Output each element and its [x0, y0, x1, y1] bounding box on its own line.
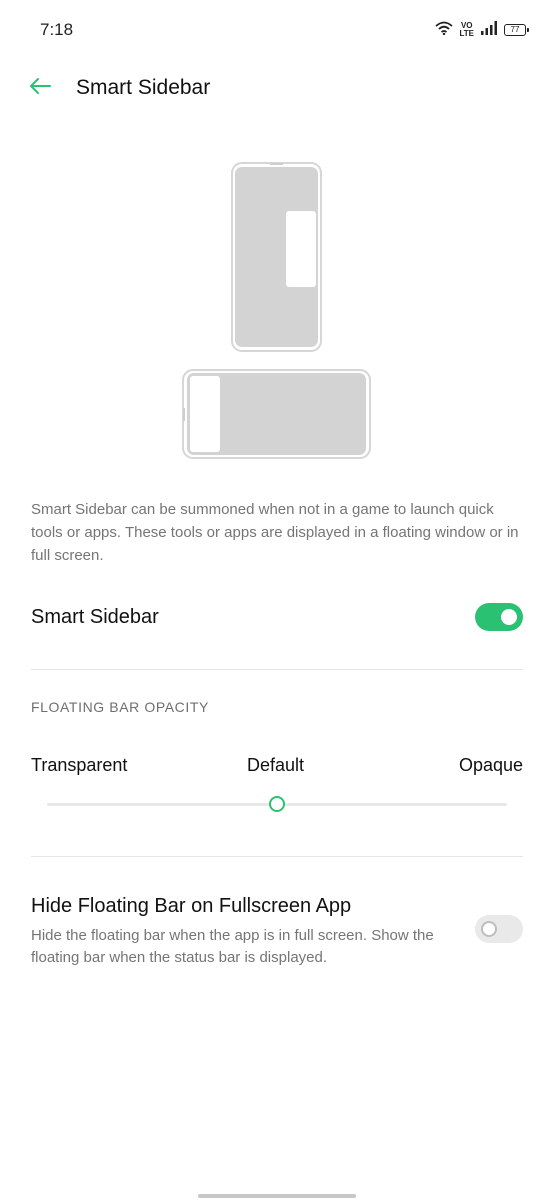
section-header-opacity: FLOATING BAR OPACITY [31, 699, 209, 715]
toggle-knob [481, 921, 497, 937]
home-indicator[interactable] [198, 1194, 356, 1198]
portrait-phone-illustration [231, 162, 322, 352]
opacity-slider[interactable] [47, 793, 507, 815]
app-bar: Smart Sidebar [0, 60, 554, 116]
status-time: 7:18 [40, 20, 74, 39]
landscape-phone-illustration [182, 369, 371, 459]
feature-description: Smart Sidebar can be summoned when not i… [31, 501, 519, 564]
signal-icon [480, 20, 498, 40]
volte-icon: VO LTE [459, 22, 474, 38]
toggle-knob [501, 609, 517, 625]
smart-sidebar-toggle[interactable] [475, 603, 523, 631]
arrow-left-icon [28, 77, 52, 100]
page-title: Smart Sidebar [76, 76, 211, 99]
wifi-icon [435, 21, 454, 40]
status-icons: VO LTE 77 [435, 20, 529, 40]
divider [31, 669, 523, 670]
back-button[interactable] [24, 74, 56, 102]
smart-sidebar-label: Smart Sidebar [31, 606, 159, 628]
hide-floating-bar-label: Hide Floating Bar on Fullscreen App [31, 895, 352, 917]
hide-floating-bar-subtitle: Hide the floating bar when the app is in… [31, 927, 434, 966]
sidebar-illustration [182, 162, 371, 459]
divider [31, 856, 523, 857]
battery-icon: 77 [504, 24, 529, 36]
status-bar: 7:18 VO LTE 77 [0, 0, 554, 60]
opacity-label-transparent: Transparent [31, 755, 128, 775]
slider-thumb[interactable] [269, 796, 285, 812]
hide-floating-bar-toggle[interactable] [475, 915, 523, 943]
opacity-label-opaque: Opaque [458, 755, 523, 775]
opacity-label-default: Default [247, 755, 305, 775]
smart-sidebar-settings-screen: 7:18 VO LTE 77 Smart Sidebar Smart Sideb… [0, 0, 554, 1200]
volte-bottom-text: LTE [459, 29, 474, 38]
